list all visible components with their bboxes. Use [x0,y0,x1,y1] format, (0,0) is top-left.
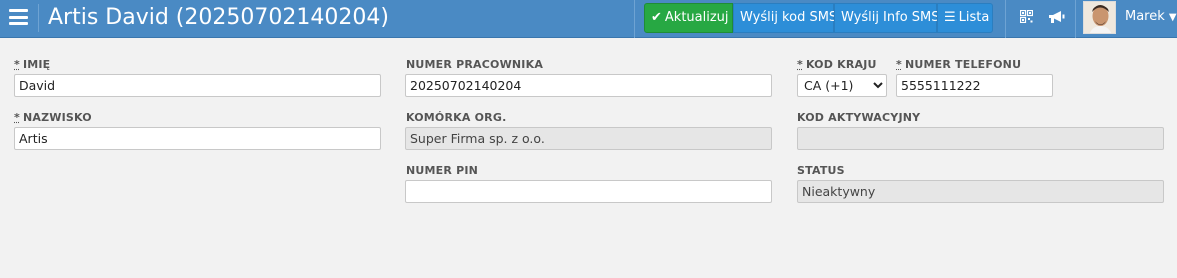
org-unit-label: KOMÓRKA ORG. [406,111,507,124]
list-button[interactable]: ☰ Lista [937,3,993,33]
user-menu[interactable]: Marek ▼ [1125,9,1177,24]
phone-input[interactable] [896,74,1053,97]
activation-code-field [797,127,1164,150]
pin-input[interactable] [405,180,772,203]
caret-down-icon: ▼ [1168,12,1177,23]
country-code-label: * KOD KRAJU [797,58,877,71]
last-name-label: * NAZWISKO [14,111,92,124]
qr-code-icon[interactable] [1019,9,1034,27]
status-label: STATUS [797,164,845,177]
activation-code-label: KOD AKTYWACYJNY [797,111,921,124]
menu-icon[interactable] [9,9,28,25]
last-name-input[interactable] [14,127,381,150]
page-title: Artis David (20250702140204) [38,4,389,32]
toolbar-divider [1075,0,1076,38]
top-bar: Artis David (20250702140204) ✔ Aktualizuj… [0,0,1177,38]
megaphone-icon[interactable] [1048,10,1066,28]
send-info-sms-button[interactable]: Wyślij Info SMS [834,3,940,33]
avatar[interactable] [1083,1,1116,34]
phone-label: * NUMER TELEFONU [896,58,1022,71]
org-unit-field: Super Firma sp. z o.o. [405,127,772,150]
country-code-select[interactable]: CA (+1) [797,74,887,97]
check-icon: ✔ [651,10,662,25]
pin-label: NUMER PIN [406,164,479,177]
employee-number-label: NUMER PRACOWNIKA [406,58,544,71]
toolbar-divider [634,0,635,38]
first-name-input[interactable] [14,74,381,97]
toolbar-divider [1005,0,1006,38]
list-icon: ☰ [944,10,956,25]
employee-number-input[interactable] [405,74,772,97]
first-name-label: * IMIĘ [14,58,51,71]
send-sms-code-button[interactable]: Wyślij kod SMS [733,3,837,33]
update-button[interactable]: ✔ Aktualizuj [644,3,733,33]
status-field: Nieaktywny [797,180,1164,203]
